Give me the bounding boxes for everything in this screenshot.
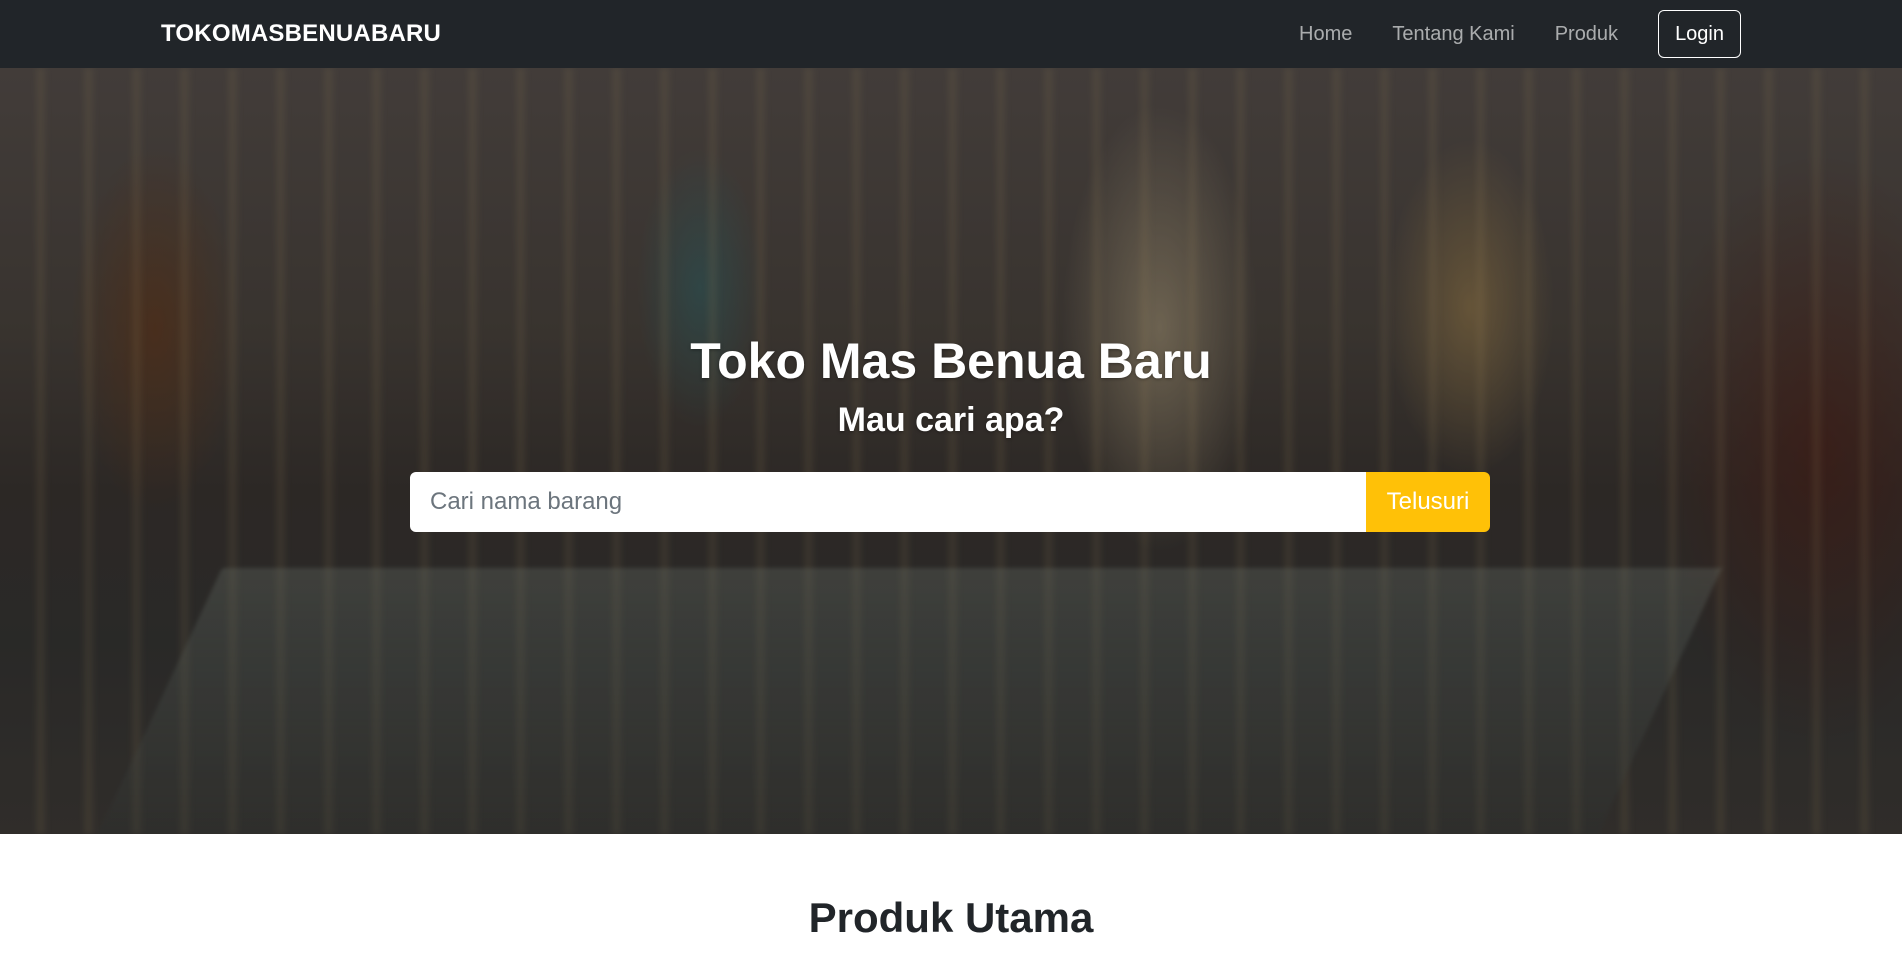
hero-title: Toko Mas Benua Baru <box>690 333 1212 389</box>
products-section-title: Produk Utama <box>808 894 1094 941</box>
hero-dark-overlay <box>0 68 1902 834</box>
search-input[interactable] <box>410 472 1366 532</box>
nav-link-home[interactable]: Home <box>1299 23 1352 46</box>
brand-logo-link[interactable]: TOKOMASBENUABARU <box>161 20 441 48</box>
login-button[interactable]: Login <box>1658 10 1741 58</box>
hero-subtitle: Mau cari apa? <box>837 401 1065 439</box>
nav-link-produk[interactable]: Produk <box>1555 23 1618 46</box>
hero-banner: Toko Mas Benua Baru Mau cari apa? Telusu… <box>0 68 1902 834</box>
search-button[interactable]: Telusuri <box>1366 472 1490 532</box>
top-navbar: TOKOMASBENUABARU Home Tentang Kami Produ… <box>0 0 1902 68</box>
nav-links: Home Tentang Kami Produk Login <box>1299 0 1741 68</box>
search-form: Telusuri <box>410 472 1490 532</box>
nav-link-tentang-kami[interactable]: Tentang Kami <box>1392 23 1514 46</box>
